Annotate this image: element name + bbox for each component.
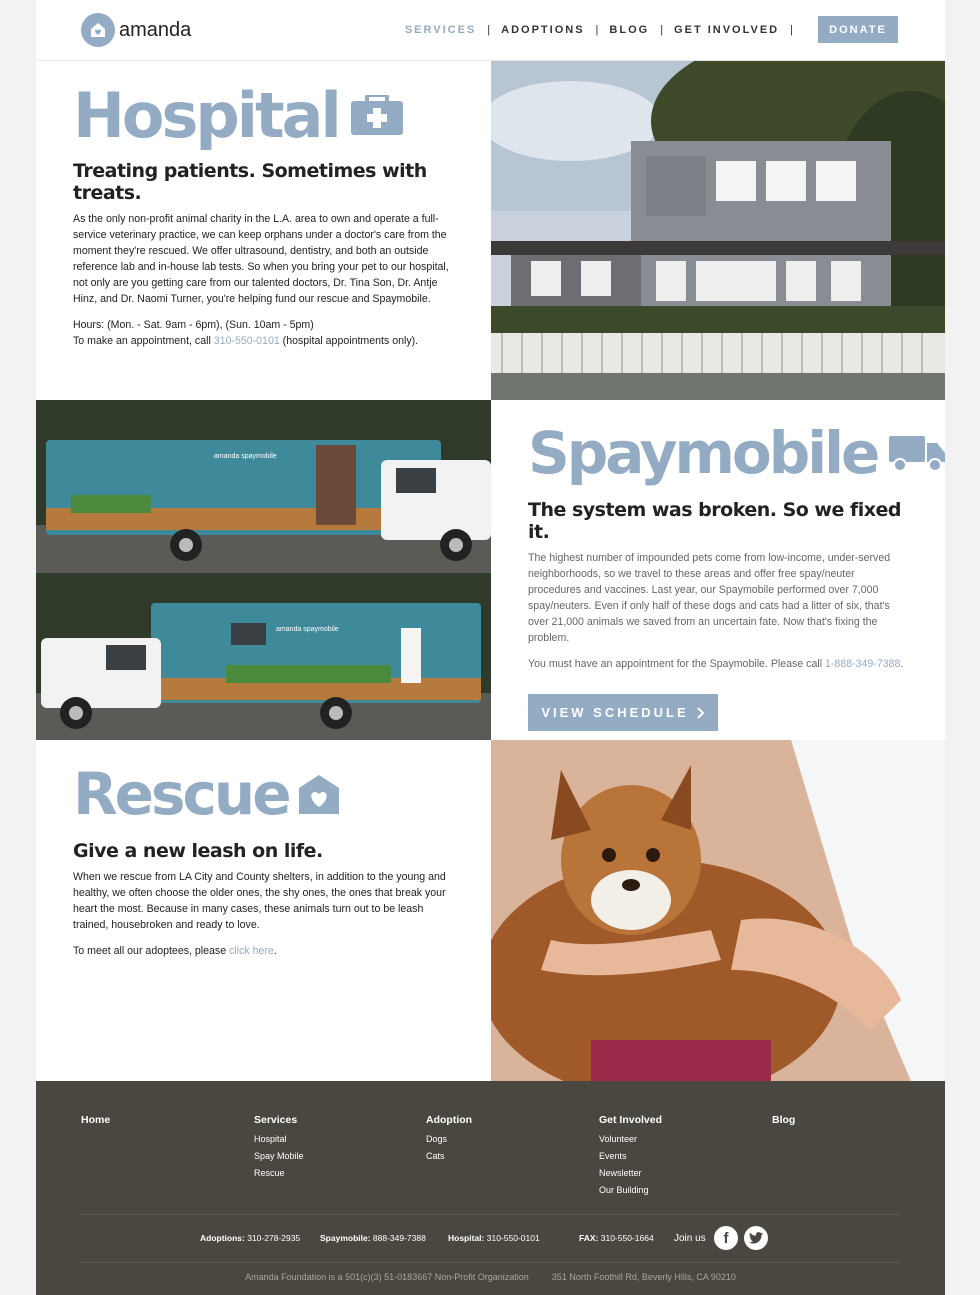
- footer-link[interactable]: Newsletter: [599, 1168, 662, 1178]
- nav-separator: |: [487, 23, 491, 36]
- spaymobile-paragraph: The highest number of impounded pets com…: [528, 552, 891, 644]
- van-brand-label: amanda spaymobile: [214, 453, 277, 460]
- footer-col-blog: Blog: [772, 1114, 795, 1134]
- footer-link[interactable]: Hospital: [254, 1134, 304, 1144]
- contact-spaymobile: Spaymobile: 888-349-7388: [320, 1233, 426, 1243]
- rescue-dog-photo: [491, 740, 945, 1081]
- footer-col-home: Home: [81, 1114, 110, 1134]
- truck-icon: [889, 434, 946, 472]
- hospital-title-row: Hospital: [73, 78, 453, 152]
- contact-label: Hospital:: [448, 1233, 485, 1243]
- hospital-section: Hospital Treating patients. Sometimes wi…: [73, 78, 453, 349]
- hospital-appointment: To make an appointment, call 310-550-010…: [73, 333, 453, 349]
- contact-label: FAX:: [579, 1233, 599, 1243]
- hospital-title: Hospital: [73, 78, 342, 152]
- footer-heading[interactable]: Services: [254, 1114, 304, 1126]
- home-heart-icon: [298, 774, 339, 814]
- nav-separator: |: [595, 23, 599, 36]
- rescue-title: Rescue: [73, 760, 292, 828]
- appointment-suffix: .: [900, 658, 904, 670]
- spaymobile-section: Spaymobile The system was broken. So we …: [528, 419, 946, 731]
- twitter-icon[interactable]: [744, 1226, 768, 1250]
- contact-label: Spaymobile:: [320, 1233, 371, 1243]
- spaymobile-van-photo-1: amanda spaymobile: [36, 400, 491, 573]
- address-line: 351 North Foothill Rd, Beverly Hills, CA…: [551, 1272, 736, 1282]
- footer-divider: [80, 1262, 900, 1263]
- site-footer: Home Services Hospital Spay Mobile Rescu…: [36, 1081, 945, 1295]
- appointment-text: You must have an appointment for the Spa…: [528, 658, 826, 670]
- contact-adoptions: Adoptions: 310-278-2935: [200, 1233, 300, 1243]
- footer-heading[interactable]: Blog: [772, 1114, 795, 1126]
- medical-kit-icon: [350, 95, 403, 135]
- rescue-paragraph: When we rescue from LA City and County s…: [73, 871, 446, 931]
- footer-link[interactable]: Spay Mobile: [254, 1151, 304, 1161]
- footer-heading[interactable]: Adoption: [426, 1114, 472, 1126]
- spaymobile-title: Spaymobile: [528, 419, 880, 487]
- facebook-icon[interactable]: f: [714, 1226, 738, 1250]
- nav-adoptions[interactable]: ADOPTIONS: [501, 24, 584, 36]
- footer-link[interactable]: Our Building: [599, 1185, 662, 1195]
- logo-heart-icon: [81, 13, 115, 47]
- appointment-suffix: (hospital appointments only).: [279, 335, 419, 347]
- main-nav: SERVICES | ADOPTIONS | BLOG | GET INVOLV…: [405, 16, 898, 43]
- rescue-meet: To meet all our adoptees, please click h…: [73, 943, 453, 959]
- hospital-building-photo: [491, 61, 945, 400]
- meet-suffix: .: [273, 945, 277, 957]
- logo[interactable]: amanda: [81, 13, 191, 47]
- hospital-hours: Hours: (Mon. - Sat. 9am - 6pm), (Sun. 10…: [73, 319, 314, 331]
- spaymobile-subheading: The system was broken. So we fixed it.: [528, 499, 902, 543]
- rescue-section: Rescue Give a new leash on life. When we…: [73, 760, 453, 959]
- view-schedule-label: VIEW SCHEDULE: [541, 705, 689, 720]
- contact-value: 310-278-2935: [244, 1233, 301, 1243]
- click-here-link[interactable]: click here: [229, 945, 274, 957]
- footer-heading[interactable]: Home: [81, 1114, 110, 1126]
- contact-value: 310-550-1664: [598, 1233, 654, 1243]
- contact-hospital: Hospital: 310-550-0101: [448, 1233, 540, 1243]
- hospital-paragraph: As the only non-profit animal charity in…: [73, 213, 449, 305]
- join-us-label: Join us: [674, 1233, 706, 1244]
- hospital-subheading: Treating patients. Sometimes with treats…: [73, 160, 427, 204]
- footer-link[interactable]: Dogs: [426, 1134, 472, 1144]
- footer-col-get-involved: Get Involved Volunteer Events Newsletter…: [599, 1114, 662, 1202]
- contact-value: 310-550-0101: [484, 1233, 540, 1243]
- spaymobile-appointment: You must have an appointment for the Spa…: [528, 656, 908, 672]
- site-header: amanda SERVICES | ADOPTIONS | BLOG | GET…: [36, 0, 945, 61]
- spaymobile-van-photo-2: amanda spaymobile: [36, 573, 491, 740]
- rescue-subheading: Give a new leash on life.: [73, 840, 323, 862]
- footer-link[interactable]: Events: [599, 1151, 662, 1161]
- footer-heading[interactable]: Get Involved: [599, 1114, 662, 1126]
- view-schedule-button[interactable]: VIEW SCHEDULE: [528, 694, 718, 731]
- page: amanda SERVICES | ADOPTIONS | BLOG | GET…: [36, 0, 946, 1295]
- contact-value: 888-349-7388: [370, 1233, 426, 1243]
- org-line: Amanda Foundation is a 501(c)(3) 51-0183…: [245, 1272, 529, 1282]
- footer-legal: Amanda Foundation is a 501(c)(3) 51-0183…: [36, 1272, 945, 1282]
- chevron-right-icon: [696, 706, 705, 719]
- footer-divider: [80, 1214, 900, 1215]
- spaymobile-title-row: Spaymobile: [528, 419, 946, 487]
- nav-separator: |: [660, 23, 664, 36]
- hospital-phone-link[interactable]: 310-550-0101: [214, 335, 280, 347]
- footer-link[interactable]: Cats: [426, 1151, 472, 1161]
- logo-text: amanda: [119, 18, 192, 41]
- donate-button[interactable]: DONATE: [818, 16, 898, 43]
- van-brand-label: amanda spaymobile: [276, 626, 339, 633]
- footer-link[interactable]: Volunteer: [599, 1134, 662, 1144]
- nav-separator: |: [790, 23, 793, 36]
- contact-label: Adoptions:: [200, 1233, 245, 1243]
- contact-fax: FAX: 310-550-1664: [579, 1233, 654, 1243]
- rescue-title-row: Rescue: [73, 760, 453, 828]
- nav-blog[interactable]: BLOG: [609, 24, 649, 36]
- nav-services[interactable]: SERVICES: [405, 24, 476, 36]
- footer-contacts: Adoptions: 310-278-2935 Spaymobile: 888-…: [36, 1226, 945, 1252]
- appointment-text: To make an appointment, call: [73, 335, 214, 347]
- footer-link[interactable]: Rescue: [254, 1168, 304, 1178]
- footer-col-services: Services Hospital Spay Mobile Rescue: [254, 1114, 304, 1185]
- footer-col-adoption: Adoption Dogs Cats: [426, 1114, 472, 1168]
- nav-get-involved[interactable]: GET INVOLVED: [674, 24, 779, 36]
- meet-text: To meet all our adoptees, please: [73, 945, 230, 957]
- spaymobile-phone-link[interactable]: 1-888-349-7388: [825, 658, 900, 670]
